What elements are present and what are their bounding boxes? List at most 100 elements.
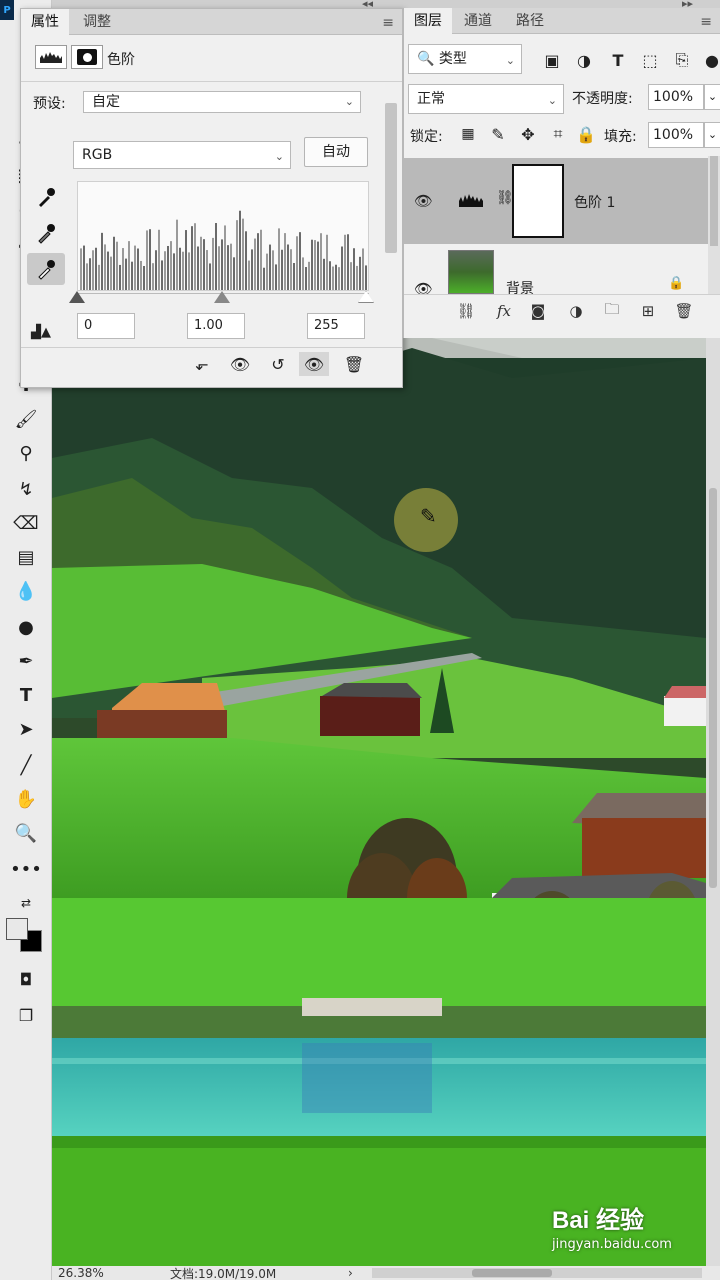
clip-to-layer-icon[interactable]: ⬐ — [187, 352, 217, 376]
line-tool-icon[interactable]: ╱ — [10, 750, 42, 780]
auto-button[interactable]: 自动 — [304, 137, 368, 167]
delete-adjustment-icon[interactable]: 🗑 — [339, 352, 369, 376]
input-gamma-field[interactable]: 1.00 — [187, 313, 245, 339]
new-layer-icon[interactable]: ⊞ — [634, 299, 662, 323]
tab-paths[interactable]: 路径 — [506, 8, 554, 34]
lock-position-icon[interactable]: ✥ — [516, 122, 540, 146]
filter-pixel-icon[interactable]: ▣ — [540, 48, 564, 72]
tab-channels[interactable]: 通道 — [454, 8, 502, 34]
histogram-bar — [293, 262, 295, 290]
path-select-tool-icon[interactable]: ➤ — [10, 714, 42, 744]
canvas-horizontal-scrollbar[interactable] — [372, 1268, 702, 1278]
input-black-field[interactable]: 0 — [77, 313, 135, 339]
landscape-photo — [52, 338, 706, 1266]
channel-dropdown[interactable]: RGB ⌄ — [73, 141, 291, 169]
lock-transparency-icon[interactable]: ▦ — [456, 122, 480, 146]
lock-all-icon[interactable]: 🔒 — [574, 122, 598, 146]
status-menu-arrow-icon[interactable]: › — [348, 1266, 353, 1280]
histogram-bar — [218, 246, 220, 290]
white-point-eyedropper-icon[interactable] — [27, 253, 65, 285]
gamma-slider[interactable] — [214, 291, 230, 303]
histogram-bar — [146, 230, 148, 290]
view-previous-state-icon[interactable]: 👁 — [225, 352, 255, 376]
opacity-field[interactable]: 100% — [648, 84, 704, 110]
new-adjustment-icon[interactable]: ◑ — [562, 299, 590, 323]
zoom-level[interactable]: 26.38% — [58, 1266, 104, 1280]
gradient-tool-icon[interactable]: ▤ — [10, 542, 42, 572]
document-canvas[interactable]: Bai 经验 jingyan.baidu.com — [52, 338, 706, 1266]
toggle-visibility-icon[interactable]: 👁 — [299, 352, 329, 376]
tab-adjustments[interactable]: 调整 — [73, 9, 121, 35]
histogram-bar — [191, 226, 193, 290]
visibility-eye-icon[interactable]: 👁 — [414, 192, 433, 210]
lock-icon: 🔒 — [668, 276, 685, 291]
fill-value: 100% — [653, 127, 694, 143]
layer-row-levels[interactable]: 👁 ⛓ 色阶 1 — [404, 158, 708, 244]
eraser-tool-icon[interactable]: ⌫ — [10, 508, 42, 538]
layer-mask-icon[interactable] — [71, 45, 103, 69]
zoom-tool-icon[interactable]: 🔍 — [10, 818, 42, 848]
history-brush-icon[interactable]: ↯ — [10, 474, 42, 504]
layer-mask-thumbnail[interactable] — [512, 164, 564, 238]
new-group-icon[interactable]: 🗀 — [598, 299, 626, 323]
levels-layer-icon — [458, 192, 484, 212]
lock-pixels-icon[interactable]: ✎ — [486, 122, 510, 146]
layer-filter-dropdown[interactable]: 🔍 类型 ⌄ — [408, 44, 522, 74]
levels-icon[interactable] — [35, 45, 67, 69]
add-mask-icon[interactable]: ◙ — [524, 299, 552, 323]
layer-row-background[interactable]: 👁 背景 🔒 — [404, 244, 708, 298]
blend-mode-dropdown[interactable]: 正常 ⌄ — [408, 84, 564, 114]
input-white-field[interactable]: 255 — [307, 313, 365, 339]
link-layers-icon[interactable]: ⛓ — [452, 299, 480, 323]
quick-mask-icon[interactable]: ◘ — [10, 964, 42, 994]
filter-adjustment-icon[interactable]: ◑ — [572, 48, 596, 72]
brush-tool-icon[interactable]: 🖌 — [10, 404, 42, 434]
black-point-slider[interactable] — [69, 291, 85, 303]
canvas-vertical-scrollbar[interactable] — [706, 338, 720, 1266]
histogram-bar — [230, 243, 232, 290]
filter-shape-icon[interactable]: ⬚ — [638, 48, 662, 72]
histogram-bar — [308, 261, 310, 290]
preset-dropdown[interactable]: 自定 ⌄ — [83, 91, 361, 113]
fill-field[interactable]: 100% — [648, 122, 704, 148]
channel-value: RGB — [82, 147, 113, 163]
clipping-warning-icon[interactable]: ▟▲ — [31, 325, 51, 340]
screen-mode-icon[interactable]: ❐ — [10, 1000, 42, 1030]
stamp-tool-icon[interactable]: ⚲ — [10, 438, 42, 468]
panel-menu-icon[interactable]: ≡ — [382, 15, 394, 31]
foreground-color-swatch[interactable] — [6, 918, 28, 940]
histogram-bar — [281, 249, 283, 290]
type-tool-icon[interactable]: T — [10, 680, 42, 710]
blur-tool-icon[interactable]: 💧 — [10, 576, 42, 606]
gray-point-eyedropper-icon[interactable] — [27, 217, 65, 249]
dodge-tool-icon[interactable]: ● — [10, 612, 42, 642]
histogram-bar — [287, 244, 289, 290]
layers-scrollbar[interactable] — [708, 156, 720, 296]
histogram-bar — [131, 261, 133, 290]
more-tools-icon[interactable]: ••• — [10, 854, 42, 884]
hand-tool-icon[interactable]: ✋ — [10, 784, 42, 814]
reset-icon[interactable]: ↺ — [263, 352, 293, 376]
layers-tabs: 图层 通道 路径 ≡ — [404, 8, 720, 34]
histogram-bar — [107, 251, 109, 290]
tab-layers[interactable]: 图层 — [404, 8, 452, 34]
black-point-eyedropper-icon[interactable] — [27, 181, 65, 213]
properties-scrollbar[interactable] — [383, 101, 399, 341]
layers-panel: 图层 通道 路径 ≡ 🔍 类型 ⌄ ▣ ◑ T ⬚ ⎘ ● 正常 ⌄ 不透明度:… — [403, 8, 720, 338]
swap-colors-icon[interactable]: ⇄ — [10, 888, 42, 918]
histogram-bar — [89, 258, 91, 290]
histogram-bar — [254, 238, 256, 290]
filter-type-icon[interactable]: T — [606, 48, 630, 72]
chevron-down-icon[interactable]: ⌄ — [704, 122, 720, 148]
chevron-down-icon[interactable]: ⌄ — [704, 84, 720, 110]
pen-tool-icon[interactable]: ✒ — [10, 646, 42, 676]
filter-smart-object-icon[interactable]: ⎘ — [670, 48, 694, 72]
lock-artboard-icon[interactable]: ⌗ — [546, 122, 570, 146]
filter-toggle-icon[interactable]: ● — [700, 48, 720, 72]
panel-menu-icon[interactable]: ≡ — [700, 14, 712, 30]
histogram-bar — [134, 245, 136, 290]
fx-icon[interactable]: fx — [490, 299, 518, 323]
histogram-bar — [296, 236, 298, 290]
tab-properties[interactable]: 属性 — [21, 9, 69, 35]
delete-layer-icon[interactable]: 🗑 — [670, 299, 698, 323]
